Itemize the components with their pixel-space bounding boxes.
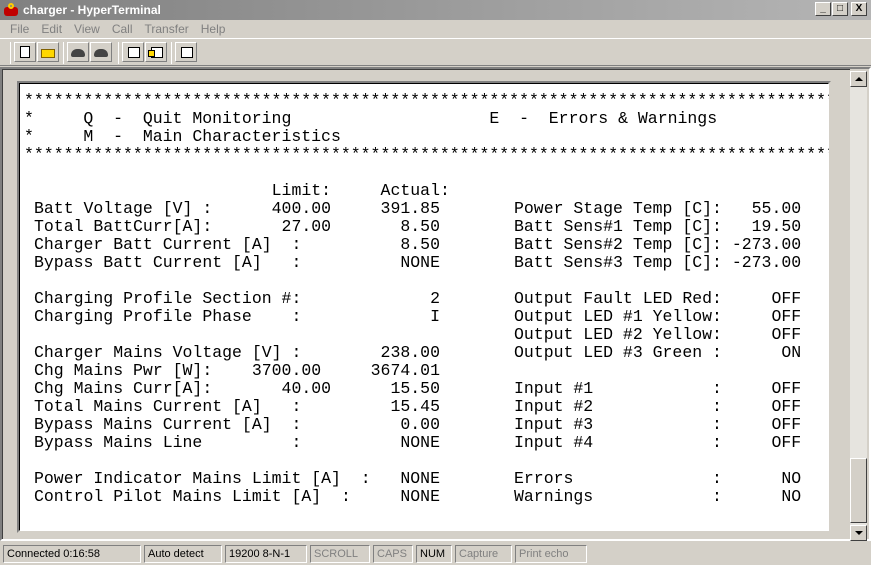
row-left-3: Bypass Batt Current [A] : NONE xyxy=(34,253,440,272)
row-left-0: Batt Voltage [V] : 400.00 391.85 xyxy=(34,199,440,218)
status-settings: 19200 8-N-1 xyxy=(225,544,307,563)
arrow-up-icon xyxy=(855,77,863,81)
row-right-15: Errors : NO xyxy=(514,469,802,488)
menu-bar: File Edit View Call Transfer Help xyxy=(0,20,871,38)
maximize-button[interactable]: □ xyxy=(832,2,848,16)
row-right-10: Input #1 : OFF xyxy=(514,379,802,398)
terminal-screen[interactable]: ****************************************… xyxy=(17,81,831,533)
client-area: ****************************************… xyxy=(0,67,871,541)
disconnect-icon[interactable] xyxy=(90,42,112,62)
row-right-6: Output LED #1 Yellow: OFF xyxy=(514,307,802,326)
menu-transfer[interactable]: Transfer xyxy=(145,22,189,36)
scroll-down-button[interactable] xyxy=(850,525,867,541)
send-file-icon[interactable] xyxy=(122,42,144,62)
status-num: NUM xyxy=(416,544,452,563)
new-document-icon[interactable] xyxy=(14,42,36,62)
row-left-1: Total BattCurr[A]: 27.00 8.50 xyxy=(34,217,440,236)
menu-edit[interactable]: Edit xyxy=(41,22,62,36)
header-border-bottom: ****************************************… xyxy=(24,145,831,164)
phone-icon[interactable] xyxy=(67,42,89,62)
menu-call[interactable]: Call xyxy=(112,22,133,36)
status-scroll: SCROLL xyxy=(310,544,370,563)
row-left-5: Charging Profile Section #: 2 xyxy=(34,289,440,308)
row-right-16: Warnings : NO xyxy=(514,487,802,506)
status-print-echo: Print echo xyxy=(515,544,587,563)
row-left-9: Chg Mains Pwr [W]: 3700.00 3674.01 xyxy=(34,361,440,380)
header-border-top: ****************************************… xyxy=(24,91,831,110)
row-left-16: Control Pilot Mains Limit [A] : NONE xyxy=(34,487,440,506)
arrow-down-icon xyxy=(855,531,863,535)
status-caps: CAPS xyxy=(373,544,413,563)
row-right-3: Batt Sens#3 Temp [C]: -273.00 xyxy=(514,253,802,272)
row-right-5: Output Fault LED Red: OFF xyxy=(514,289,802,308)
minimize-button[interactable]: _ xyxy=(815,2,831,16)
status-bar: Connected 0:16:58 Auto detect 19200 8-N-… xyxy=(0,542,871,565)
row-left-10: Chg Mains Curr[A]: 40.00 15.50 xyxy=(34,379,440,398)
status-connected: Connected 0:16:58 xyxy=(3,544,141,563)
row-right-1: Batt Sens#1 Temp [C]: 19.50 xyxy=(514,217,802,236)
column-heading: Limit: Actual: xyxy=(34,181,450,200)
row-left-8: Charger Mains Voltage [V] : 238.00 xyxy=(34,343,440,362)
row-right-8: Output LED #3 Green : ON xyxy=(514,343,802,362)
status-detect: Auto detect xyxy=(144,544,222,563)
hyperterminal-icon[interactable] xyxy=(3,2,19,18)
close-button[interactable]: X xyxy=(851,2,867,16)
row-right-11: Input #2 : OFF xyxy=(514,397,802,416)
title-bar[interactable]: charger - HyperTerminal _ □ X xyxy=(0,0,871,20)
vertical-scrollbar[interactable] xyxy=(850,71,867,541)
scroll-up-button[interactable] xyxy=(850,71,867,87)
row-right-12: Input #3 : OFF xyxy=(514,415,802,434)
window-title: charger - HyperTerminal xyxy=(23,3,161,17)
row-right-0: Power Stage Temp [C]: 55.00 xyxy=(514,199,802,218)
row-left-13: Bypass Mains Line : NONE xyxy=(34,433,440,452)
header-line-1: * Q - Quit Monitoring E - Errors & Warni… xyxy=(24,109,718,128)
row-left-15: Power Indicator Mains Limit [A] : NONE xyxy=(34,469,440,488)
row-right-2: Batt Sens#2 Temp [C]: -273.00 xyxy=(514,235,802,254)
row-right-7: Output LED #2 Yellow: OFF xyxy=(514,325,802,344)
row-left-11: Total Mains Current [A] : 15.45 xyxy=(34,397,440,416)
receive-file-icon[interactable] xyxy=(145,42,167,62)
menu-help[interactable]: Help xyxy=(201,22,226,36)
row-right-13: Input #4 : OFF xyxy=(514,433,802,452)
open-folder-icon[interactable] xyxy=(37,42,59,62)
status-capture: Capture xyxy=(455,544,512,563)
menu-view[interactable]: View xyxy=(74,22,100,36)
row-left-6: Charging Profile Phase : I xyxy=(34,307,440,326)
header-line-2: * M - Main Characteristics * xyxy=(24,127,341,146)
row-left-2: Charger Batt Current [A] : 8.50 xyxy=(34,235,440,254)
row-left-12: Bypass Mains Current [A] : 0.00 xyxy=(34,415,440,434)
scroll-thumb[interactable] xyxy=(850,458,867,523)
properties-icon[interactable] xyxy=(175,42,197,62)
menu-file[interactable]: File xyxy=(10,22,29,36)
toolbar xyxy=(0,38,871,66)
